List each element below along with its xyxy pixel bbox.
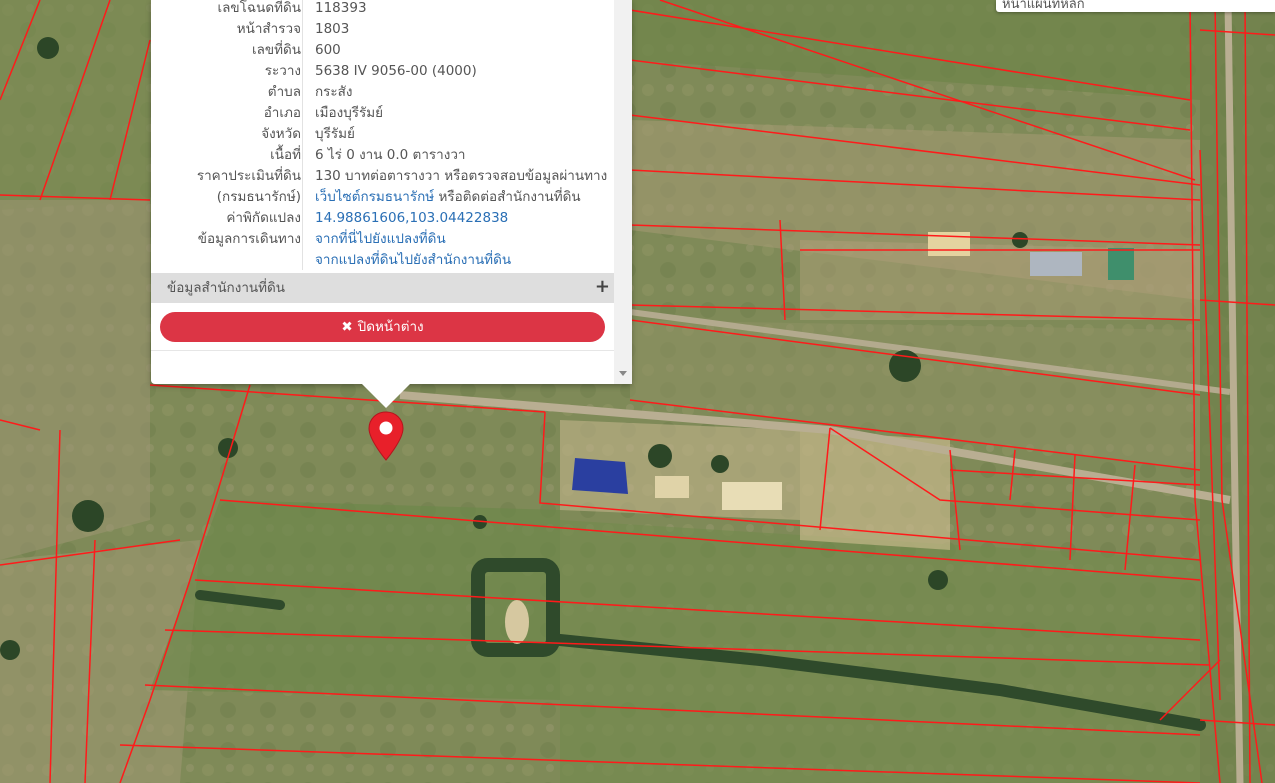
row-label: (กรมธนารักษ์): [216, 189, 301, 205]
info-row-survey-page: หน้าสำรวจ 1803: [151, 19, 614, 40]
close-icon: ✖: [341, 319, 353, 335]
row-value: 6 ไร่ 0 งาน 0.0 ตารางวา: [315, 147, 466, 163]
info-row-deed-number: เลขโฉนดที่ดิน 118393: [151, 0, 614, 19]
popup-scrollbar[interactable]: [614, 0, 632, 384]
row-value: 5638 IV 9056-00 (4000): [315, 63, 477, 79]
popup-pointer: [362, 384, 410, 408]
info-row-treasury-dept: (กรมธนารักษ์) เว็บไซต์กรมธนารักษ์ หรือติ…: [151, 187, 614, 208]
info-row-district: อำเภอ เมืองบุรีรัมย์: [151, 103, 614, 124]
directions-to-office-link[interactable]: จากแปลงที่ดินไปยังสำนักงานที่ดิน: [315, 250, 511, 271]
row-label: ระวาง: [264, 63, 301, 79]
row-label: ข้อมูลการเดินทาง: [197, 231, 301, 247]
row-value-suffix: หรือติดต่อสำนักงานที่ดิน: [434, 189, 581, 205]
map-pin-icon[interactable]: [367, 410, 405, 462]
land-office-section-toggle[interactable]: ข้อมูลสำนักงานที่ดิน +: [151, 273, 614, 303]
info-row-subdistrict: ตำบล กระสัง: [151, 82, 614, 103]
divider: [151, 350, 614, 351]
info-row-land-number: เลขที่ดิน 600: [151, 40, 614, 61]
row-label: ค่าพิกัดแปลง: [226, 210, 301, 226]
scroll-down-arrow-icon[interactable]: [619, 371, 627, 376]
row-label: ราคาประเมินที่ดิน: [196, 168, 301, 184]
coordinates-link[interactable]: 14.98861606,103.04422838: [315, 208, 508, 229]
info-row-province: จังหวัด บุรีรัมย์: [151, 124, 614, 145]
info-row-coordinates: ค่าพิกัดแปลง 14.98861606,103.04422838: [151, 208, 614, 229]
info-row-appraisal-price: ราคาประเมินที่ดิน 130 บาทต่อตารางวา หรือ…: [151, 166, 614, 187]
parcel-info-popup: เลขโฉนดที่ดิน 118393 หน้าสำรวจ 1803 เลขท…: [151, 0, 632, 384]
info-row-directions-office: จากแปลงที่ดินไปยังสำนักงานที่ดิน: [151, 250, 614, 271]
search-text: หน้าแผนที่หลัก: [1002, 0, 1085, 12]
row-value: เว็บไซต์กรมธนารักษ์ หรือติดต่อสำนักงานที…: [315, 187, 581, 208]
row-value: 130 บาทต่อตารางวา หรือตรวจสอบข้อมูลผ่านท…: [315, 168, 608, 184]
treasury-website-link[interactable]: เว็บไซต์กรมธนารักษ์: [315, 189, 434, 205]
row-label: เลขโฉนดที่ดิน: [217, 0, 301, 16]
section-label: ข้อมูลสำนักงานที่ดิน: [167, 280, 286, 296]
row-value: 1803: [315, 21, 350, 37]
row-label: ตำบล: [267, 84, 301, 100]
row-value: กระสัง: [315, 84, 353, 100]
row-label: จังหวัด: [261, 126, 301, 142]
pin-shape: [368, 411, 404, 461]
expand-icon: +: [594, 276, 610, 297]
directions-to-parcel-link[interactable]: จากที่นี่ไปยังแปลงที่ดิน: [315, 229, 446, 250]
close-window-button[interactable]: ✖ ปิดหน้าต่าง: [160, 312, 605, 342]
popup-content: เลขโฉนดที่ดิน 118393 หน้าสำรวจ 1803 เลขท…: [151, 0, 614, 384]
row-label: เนื้อที่: [270, 147, 301, 163]
search-box[interactable]: หน้าแผนที่หลัก: [996, 0, 1275, 12]
row-value: 600: [315, 42, 341, 58]
row-value: เมืองบุรีรัมย์: [315, 105, 384, 121]
row-label: เลขที่ดิน: [251, 42, 301, 58]
info-row-directions: ข้อมูลการเดินทาง จากที่นี่ไปยังแปลงที่ดิ…: [151, 229, 614, 250]
close-button-label: ปิดหน้าต่าง: [357, 319, 424, 335]
row-label: หน้าสำรวจ: [236, 21, 301, 37]
pin-hole: [379, 421, 393, 435]
row-value: 118393: [315, 0, 367, 16]
row-label: อำเภอ: [263, 105, 301, 121]
info-row-map-sheet: ระวาง 5638 IV 9056-00 (4000): [151, 61, 614, 82]
info-row-area: เนื้อที่ 6 ไร่ 0 งาน 0.0 ตารางวา: [151, 145, 614, 166]
row-value: บุรีรัมย์: [315, 126, 355, 142]
